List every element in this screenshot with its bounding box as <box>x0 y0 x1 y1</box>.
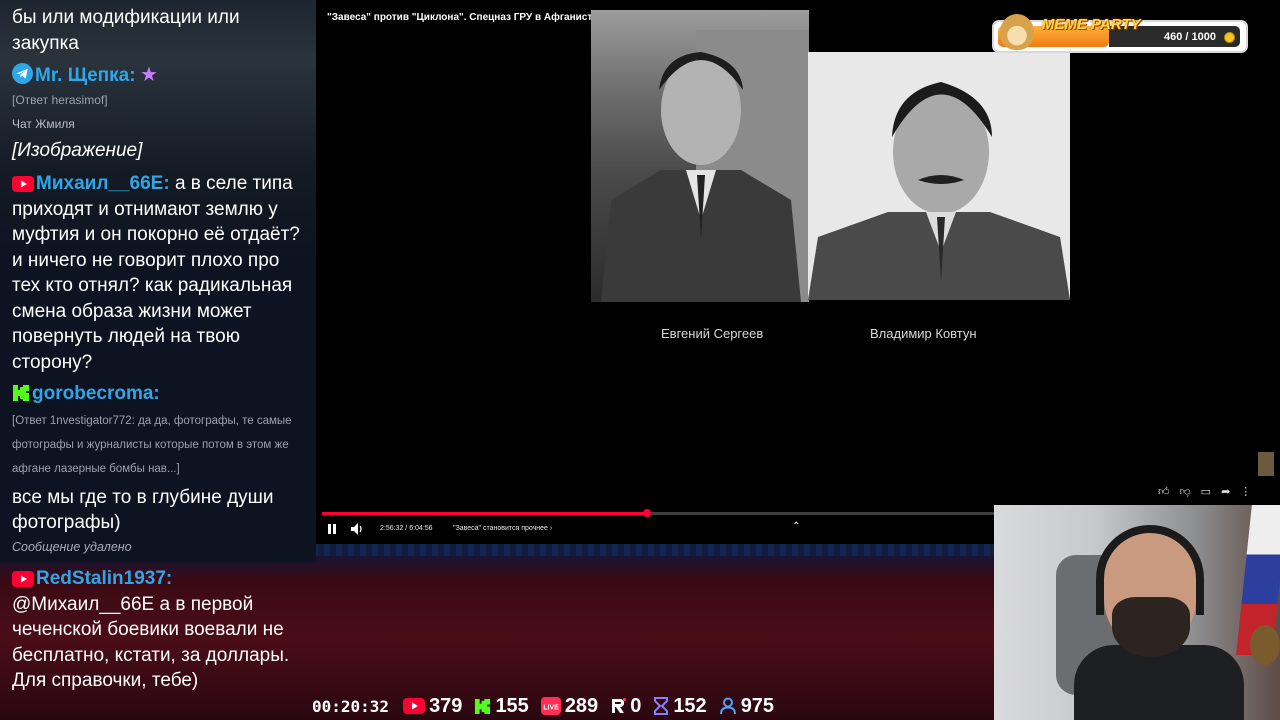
photo-caption: Евгений Сергеев <box>661 326 764 341</box>
video-controls: 2:56:32 / 6:04:56 "Завеса" становится пр… <box>316 518 994 540</box>
webcam-feed <box>994 505 1280 720</box>
chat-message: Mr. Щепка: ★ [Ответ herasimof] Чат Жмиля… <box>12 62 310 164</box>
chat-deleted-notice: Сообщение удалено <box>12 540 132 554</box>
chat-source-name: Чат Жмиля <box>12 117 75 131</box>
user-icon <box>719 697 736 715</box>
share-icon[interactable]: ➦ <box>1221 485 1230 501</box>
youtube-icon <box>12 571 34 587</box>
chat-message: бы или модификации или закупка <box>12 5 310 56</box>
youtube-icon <box>12 176 34 192</box>
chat-message-text: @Михаил__66E а в первой чеченской боевик… <box>12 593 290 692</box>
video-scrubber-handle[interactable] <box>643 509 651 517</box>
rutube-icon <box>612 698 627 713</box>
chat-nick[interactable]: Михаил__66E: <box>36 173 170 194</box>
chat-panel: бы или модификации или закупка Mr. Щепка… <box>0 0 316 720</box>
video-progress-bar[interactable] <box>322 512 994 515</box>
volume-icon[interactable] <box>351 523 364 535</box>
chat-nick[interactable]: RedStalin1937: <box>36 568 172 589</box>
comment-icon[interactable]: ▭ <box>1201 485 1211 501</box>
chat-message-text: а в селе типа приходят и отнимают землю … <box>12 173 300 373</box>
kick-viewers: 155 <box>474 695 529 718</box>
vk-live-viewers: LIVE 289 <box>540 695 598 718</box>
chat-message: RedStalin1937: @Михаил__66E а в первой ч… <box>12 566 310 694</box>
chat-message: Михаил__66E: а в селе типа приходят и от… <box>12 171 310 375</box>
chat-nick[interactable]: gorobecroma: <box>32 383 160 404</box>
meme-party-widget: MEME PARTY 460 / 1000 <box>992 14 1248 53</box>
headset-image <box>1096 525 1204 615</box>
kick-icon <box>13 385 29 401</box>
chat-reply-ref: [Ответ herasimof] <box>12 93 108 107</box>
doge-icon <box>1000 14 1034 50</box>
like-icon[interactable]: 👍︎ <box>1158 485 1170 501</box>
video-title[interactable]: "Завеса" против "Циклона". Спецназ ГРУ в… <box>327 12 609 23</box>
chapter-title[interactable]: "Завеса" становится прочнее › <box>453 525 552 532</box>
meme-party-count: 460 / 1000 <box>1164 31 1216 43</box>
chat-message-text: бы или модификации или закупка <box>12 7 240 54</box>
trovo-viewers: 152 <box>653 695 707 718</box>
more-icon[interactable]: ⋮ <box>1240 485 1251 501</box>
dislike-icon[interactable]: 👎︎ <box>1180 485 1191 501</box>
trovo-icon <box>654 697 669 715</box>
globe-image <box>1250 625 1280 665</box>
thumbnail-image[interactable] <box>1258 452 1274 476</box>
chat-message: gorobecroma: [Ответ 1nvestigator772: да … <box>12 381 310 536</box>
pause-icon[interactable] <box>328 524 336 534</box>
video-time: 2:56:32 / 6:04:56 <box>380 525 433 532</box>
chat-reply-ref: [Ответ 1nvestigator772: да да, фотографы… <box>12 414 292 475</box>
video-actions: 👍︎ 👎︎ ▭ ➦ ⋮ <box>1158 485 1258 501</box>
chevron-up-icon[interactable]: ⌃ <box>792 521 800 532</box>
star-badge-icon: ★ <box>140 64 158 86</box>
coin-icon <box>1224 32 1235 43</box>
chat-nick[interactable]: Mr. Щепка: <box>35 65 136 86</box>
portrait-photo-1 <box>591 10 809 302</box>
youtube-icon <box>403 698 426 714</box>
vk-live-icon: LIVE <box>540 697 561 715</box>
chat-message-text: все мы где то в глубине души фотографы) <box>12 486 274 534</box>
chat-message-text: [Изображение] <box>12 140 143 161</box>
svg-text:LIVE: LIVE <box>543 705 559 712</box>
stream-uptime: 00:20:32 <box>312 696 390 716</box>
rutube-viewers: 0 <box>610 695 641 718</box>
photo-caption: Владимир Ковтун <box>870 326 977 341</box>
portrait-photo-2 <box>808 52 1070 300</box>
video-player[interactable]: "Завеса" против "Циклона". Спецназ ГРУ в… <box>316 0 1070 544</box>
video-progress-fill <box>322 512 647 515</box>
meme-party-title: MEME PARTY <box>1042 16 1141 33</box>
kick-icon <box>475 698 491 714</box>
youtube-viewers: 379 <box>403 695 462 718</box>
telegram-icon <box>12 63 33 84</box>
total-viewers: 975 <box>719 695 774 718</box>
stream-stats-bar: 00:20:32 379 155 LIVE 289 0 152 975 <box>306 692 786 720</box>
